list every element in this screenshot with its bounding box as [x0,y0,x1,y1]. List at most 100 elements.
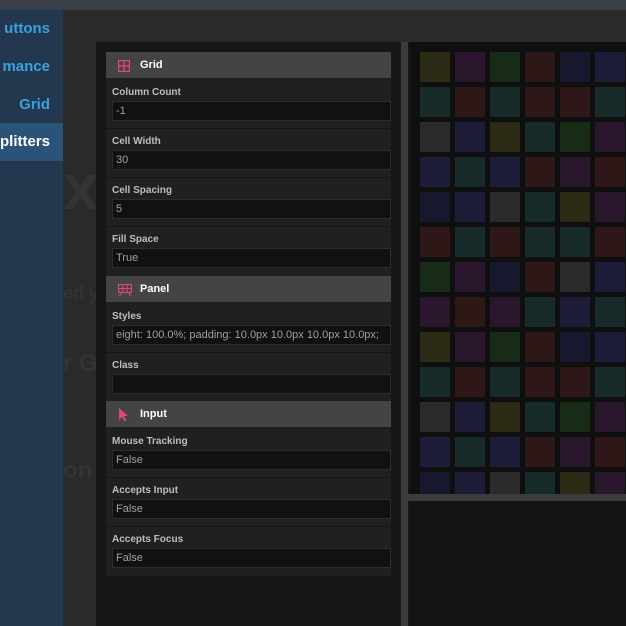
mouse-tracking-field[interactable]: False [112,450,391,470]
background-line-3: on [63,457,93,484]
nav-item-grid[interactable]: Grid [0,86,63,124]
styles-field[interactable]: eight: 100.0%; padding: 10.0px 10.0px 10… [112,325,391,345]
grid-cell [525,122,555,152]
accepts-focus-field[interactable]: False [112,548,391,568]
grid-cell [560,87,590,117]
grid-cell [455,332,485,362]
grid-cell [455,437,485,467]
divider [106,177,391,178]
grid-cell [490,227,520,257]
grid-preview [410,42,626,494]
grid-cell [595,227,625,257]
grid-cell [560,332,590,362]
grid-cell [595,332,625,362]
grid-cell [455,227,485,257]
grid-cell [490,262,520,292]
grid-cell [420,87,450,117]
grid-cell [490,87,520,117]
grid-cell [525,52,555,82]
divider [106,477,391,478]
grid-cell [560,472,590,494]
prop-label-mouse-tracking: Mouse Tracking [112,436,188,447]
grid-cell [560,157,590,187]
sidebar: uttons mance Grid plitters [0,10,63,626]
section-header-grid[interactable]: Grid [106,52,391,78]
grid-cell [490,297,520,327]
grid-icon [117,59,131,73]
grid-cell [595,122,625,152]
section-header-panel[interactable]: Panel [106,276,391,302]
grid-cell [490,332,520,362]
accepts-input-field[interactable]: False [112,499,391,519]
grid-cell [490,402,520,432]
grid-cell [525,402,555,432]
grid-cell [525,87,555,117]
bottom-pane [410,501,626,626]
prop-label-fill-space: Fill Space [112,234,159,245]
nav-item-performance[interactable]: mance [0,48,63,86]
grid-cell [420,262,450,292]
grid-cell [490,367,520,397]
nav-item-buttons[interactable]: uttons [0,10,63,48]
grid-cell [490,472,520,494]
grid-cell [560,297,590,327]
grid-cell [595,402,625,432]
prop-label-accepts-input: Accepts Input [112,485,179,496]
prop-label-styles: Styles [112,311,142,322]
divider [106,526,391,527]
grid-cell [525,367,555,397]
grid-cell [420,122,450,152]
grid-cell [525,297,555,327]
grid-cell [525,262,555,292]
fill-space-field[interactable]: True [112,248,391,268]
section-title: Input [140,408,167,420]
grid-cell [595,192,625,222]
horizontal-splitter-handle[interactable] [408,494,626,501]
grid-cell [490,52,520,82]
panel-icon [117,283,133,297]
grid-cell [420,367,450,397]
divider [106,226,391,227]
grid-cell [420,437,450,467]
grid-cell [525,437,555,467]
prop-label-cell-width: Cell Width [112,136,161,147]
grid-cell [560,367,590,397]
grid-cell [455,192,485,222]
prop-label-accepts-focus: Accepts Focus [112,534,184,545]
grid-cell [455,367,485,397]
divider [106,352,391,353]
nav-item-splitters[interactable]: plitters [0,123,63,161]
cell-spacing-field[interactable]: 5 [112,199,391,219]
grid-cell [490,437,520,467]
grid-cell [560,227,590,257]
vertical-splitter-handle[interactable] [401,42,408,626]
grid-cell [595,437,625,467]
grid-cell [420,52,450,82]
cell-width-field[interactable]: 30 [112,150,391,170]
grid-cell [455,87,485,117]
grid-cell [420,297,450,327]
grid-cell [595,87,625,117]
section-header-input[interactable]: Input [106,401,391,427]
grid-cell [560,437,590,467]
grid-cell [560,122,590,152]
grid-cell [420,402,450,432]
prop-label-cell-spacing: Cell Spacing [112,185,173,196]
prop-label-column-count: Column Count [112,87,181,98]
grid-cell [595,52,625,82]
grid-cell [595,297,625,327]
section-title: Panel [140,283,170,295]
prop-label-class: Class [112,360,139,371]
grid-cell [595,367,625,397]
grid-cell [455,472,485,494]
grid-cell [525,157,555,187]
grid-cell [595,472,625,494]
property-inspector: Grid Column Count -1 Cell Width 30 Cell … [106,52,391,576]
grid-cell [490,122,520,152]
class-field[interactable] [112,374,391,394]
grid-cell [420,472,450,494]
column-count-field[interactable]: -1 [112,101,391,121]
grid-cell [525,227,555,257]
grid-cell [455,402,485,432]
grid-cell [560,52,590,82]
